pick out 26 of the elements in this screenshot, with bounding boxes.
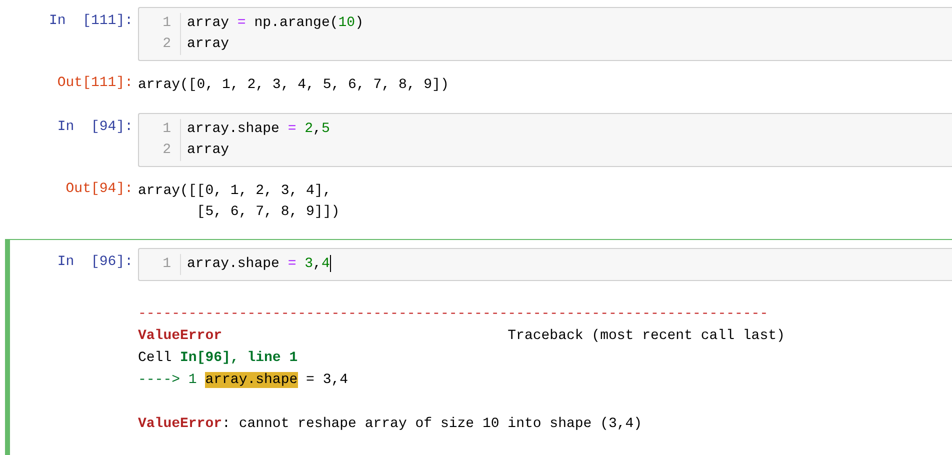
traceback-line: ---------------------------------------------------------------------------: [138, 306, 768, 322]
traceback-line: ValueError: cannot reshape array of size 10 into shape (3,4): [138, 416, 642, 432]
code-line: array = np.arange(10): [186, 14, 364, 33]
output-prompt: Out[111]:: [57, 75, 133, 91]
line-number: 2: [139, 140, 181, 161]
output-text: array([[0, 1, 2, 3, 4],: [138, 183, 332, 199]
output-text: array([0, 1, 2, 3, 4, 5, 6, 7, 8, 9]): [138, 77, 449, 93]
line-number: 2: [139, 34, 181, 55]
line-number: 1: [139, 119, 181, 140]
code-editor[interactable]: 1 array.shape = 2,5 2 array: [138, 113, 952, 167]
code-line: array.shape = 3,4: [186, 254, 331, 274]
output-prompt: Out[94]:: [66, 181, 133, 197]
code-editor[interactable]: 1 array = np.arange(10) 2 array: [138, 7, 952, 61]
input-prompt: In [94]:: [57, 119, 133, 135]
code-editor[interactable]: 1 array.shape = 3,4: [138, 248, 952, 281]
code-line: array: [186, 35, 230, 54]
input-prompt: In [111]:: [48, 13, 133, 29]
line-number: 1: [139, 13, 181, 34]
traceback-line: ----> 1 array.shape = 3,4: [138, 372, 348, 388]
code-line: array: [186, 141, 230, 160]
output-text: [5, 6, 7, 8, 9]]): [196, 204, 340, 220]
input-prompt: In [96]:: [57, 254, 133, 270]
traceback-line: Cell In[96], line 1: [138, 350, 298, 366]
traceback-line: ValueError Traceback (most recent call last): [138, 328, 785, 344]
code-line: array.shape = 2,5: [186, 120, 330, 139]
line-number: 1: [139, 254, 181, 275]
